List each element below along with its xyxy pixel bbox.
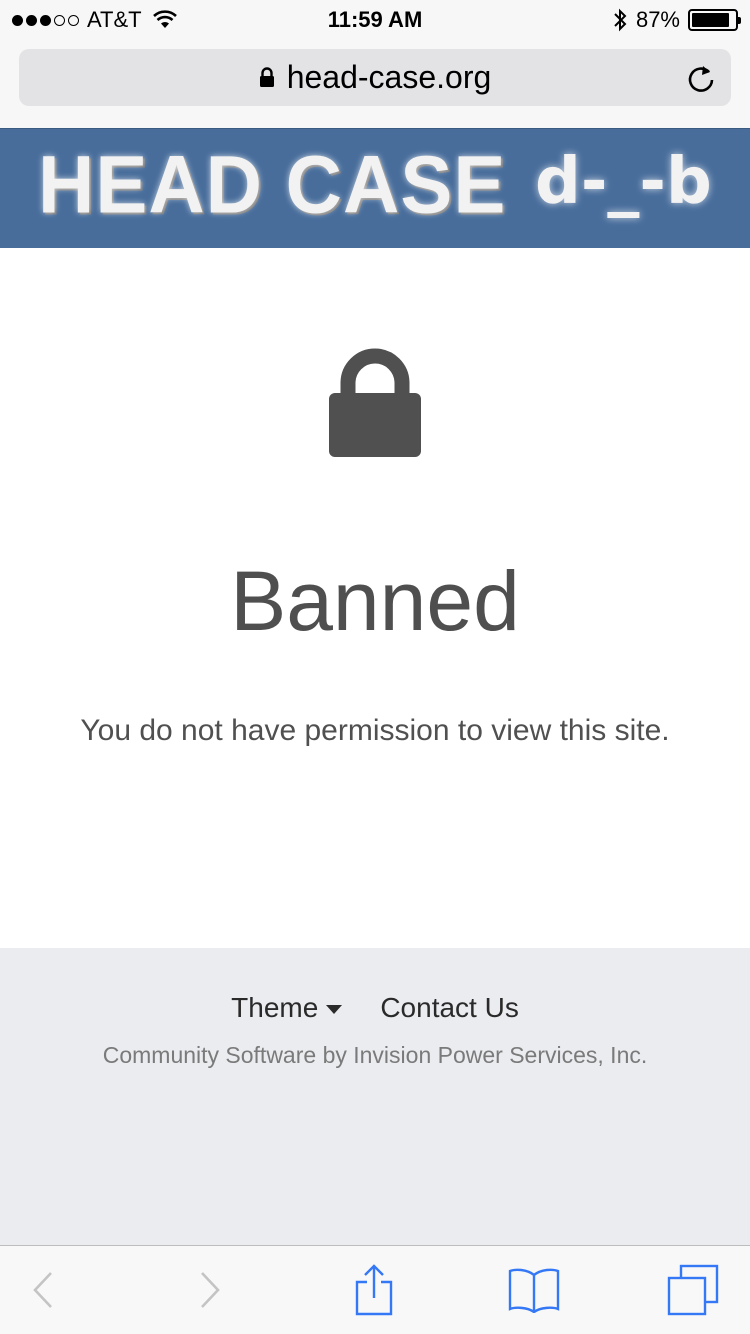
url-text: head-case.org: [286, 59, 492, 95]
battery-icon: [688, 9, 741, 31]
lock-icon: [259, 67, 274, 87]
share-button[interactable]: [346, 1262, 402, 1318]
lock-icon: [329, 348, 421, 457]
banned-panel: Banned You do not have permission to vie…: [0, 248, 750, 948]
share-icon: [355, 1264, 393, 1316]
theme-menu-button[interactable]: Theme: [231, 992, 343, 1024]
site-header-banner[interactable]: HEAD CASE d-_-b: [0, 128, 750, 248]
site-logo-text: HEAD CASE: [38, 137, 507, 231]
tabs-icon: [667, 1264, 719, 1316]
battery-percent: 87%: [635, 7, 680, 32]
browser-chrome: AT&T 11:59 AM 87% head-case.org: [0, 0, 750, 128]
status-bar: AT&T 11:59 AM 87%: [0, 0, 750, 40]
address-bar[interactable]: head-case.org: [19, 49, 731, 106]
bookmarks-icon: [508, 1268, 560, 1313]
back-icon: [33, 1272, 52, 1308]
site-footer: Theme Contact Us Community Software by I…: [0, 948, 750, 1245]
contact-us-link[interactable]: Contact Us: [380, 992, 519, 1024]
bookmarks-button[interactable]: [506, 1262, 562, 1318]
battery-fill: [692, 13, 729, 27]
bluetooth-icon: [614, 8, 627, 32]
theme-label: Theme: [231, 992, 319, 1023]
reload-icon[interactable]: [685, 62, 717, 94]
browser-toolbar: [0, 1245, 750, 1334]
page-title: Banned: [230, 554, 520, 648]
tabs-button[interactable]: [665, 1262, 721, 1318]
back-button[interactable]: [15, 1262, 71, 1318]
ban-message: You do not have permission to view this …: [80, 714, 670, 747]
copyright-link[interactable]: Community Software by Invision Power Ser…: [0, 1042, 750, 1069]
site-logo-face: d-_-b: [535, 145, 712, 219]
forward-icon: [201, 1272, 220, 1308]
address-bar-content: head-case.org: [19, 49, 731, 106]
caret-down-icon: [326, 1004, 343, 1014]
forward-button[interactable]: [182, 1262, 238, 1318]
footer-links: Theme Contact Us: [0, 992, 750, 1024]
status-right: 87%: [612, 7, 741, 33]
